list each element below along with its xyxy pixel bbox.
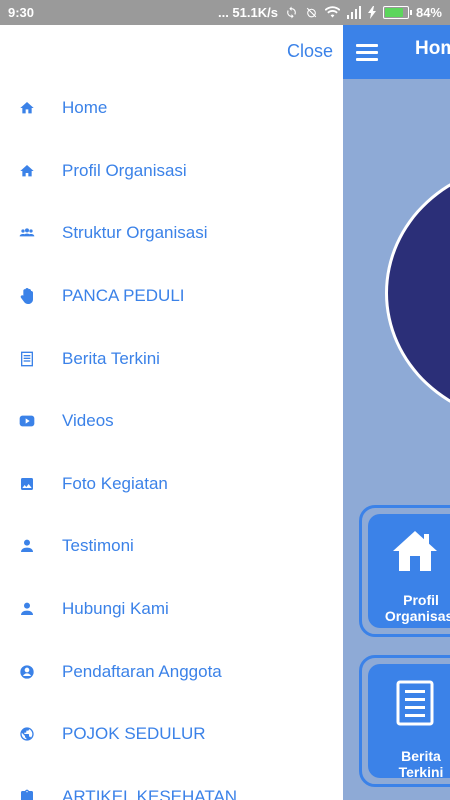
hand-icon (0, 288, 62, 305)
navigation-drawer: Close Home Profil Organisasi Struktur Or… (0, 25, 343, 800)
battery-percent: 84% (415, 5, 442, 20)
menu-label: POJOK SEDULUR (62, 724, 206, 744)
menu-label: Hubungi Kami (62, 599, 169, 619)
sync-icon (287, 6, 296, 19)
menu-item-pojok-sedulur[interactable]: POJOK SEDULUR (0, 703, 343, 766)
person-icon (0, 538, 62, 554)
news-icon (0, 351, 62, 367)
house-icon (393, 531, 437, 571)
menu-item-pendaftaran-anggota[interactable]: Pendaftaran Anggota (0, 640, 343, 703)
menu-label: Foto Kegiatan (62, 473, 168, 493)
tile-berita-terkini[interactable]: Berita Terkini (359, 655, 450, 787)
app-content: Hom Profil Organisasi Berita Terkini (343, 25, 450, 800)
menu-label: Struktur Organisasi (62, 223, 208, 243)
menu-label: Testimoni (62, 536, 134, 556)
account-circle-icon (0, 664, 62, 680)
home-small-icon (0, 163, 62, 179)
person-icon (0, 601, 62, 617)
home-icon (0, 100, 62, 116)
alarm-off-icon (306, 7, 317, 18)
menu-hamburger-icon[interactable] (356, 44, 378, 61)
menu-item-testimoni[interactable]: Testimoni (0, 515, 343, 578)
menu-item-panca-peduli[interactable]: PANCA PEDULI (0, 265, 343, 328)
menu-list: Home Profil Organisasi Struktur Organisa… (0, 77, 343, 800)
youtube-icon (0, 413, 62, 429)
clipboard-icon (0, 789, 62, 800)
menu-item-berita-terkini[interactable]: Berita Terkini (0, 327, 343, 390)
group-icon (0, 225, 62, 241)
status-time: 9:30 (8, 5, 35, 20)
wifi-icon (324, 6, 340, 18)
menu-item-videos[interactable]: Videos (0, 390, 343, 453)
app-title: Hom (415, 38, 450, 59)
menu-label: Videos (62, 411, 114, 431)
signal-icon (346, 6, 361, 19)
menu-item-artikel-kesehatan[interactable]: ARTIKEL KESEHATAN (0, 766, 343, 800)
organization-logo (385, 163, 450, 423)
menu-item-profil-organisasi[interactable]: Profil Organisasi (0, 140, 343, 203)
menu-item-foto-kegiatan[interactable]: Foto Kegiatan (0, 453, 343, 516)
menu-label: Berita Terkini (62, 348, 160, 368)
tile-profil-organisasi[interactable]: Profil Organisasi (359, 505, 450, 637)
menu-label: Profil Organisasi (62, 160, 187, 180)
menu-item-hubungi-kami[interactable]: Hubungi Kami (0, 578, 343, 641)
menu-item-home[interactable]: Home (0, 77, 343, 140)
news-icon (396, 680, 434, 726)
tile-label-line2: Organisasi (384, 608, 450, 624)
menu-label: ARTIKEL KESEHATAN (62, 786, 238, 800)
network-speed: ... 51.1K/s (217, 5, 278, 20)
image-icon (0, 476, 62, 492)
menu-label: PANCA PEDULI (62, 286, 185, 306)
app-bar: Hom (343, 25, 450, 79)
menu-label: Home (62, 98, 108, 118)
tile-label-line1: Profil (403, 592, 439, 608)
tile-label-line2: Terkini (398, 764, 444, 780)
globe-icon (0, 726, 62, 742)
charging-icon (367, 6, 376, 19)
battery-icon (382, 6, 412, 19)
menu-label: Pendaftaran Anggota (62, 661, 222, 681)
tile-label-line1: Berita (401, 748, 441, 764)
close-button[interactable]: Close (287, 41, 333, 62)
menu-item-struktur-organisasi[interactable]: Struktur Organisasi (0, 202, 343, 265)
status-bar: 9:30 ... 51.1K/s 84% (0, 0, 450, 25)
